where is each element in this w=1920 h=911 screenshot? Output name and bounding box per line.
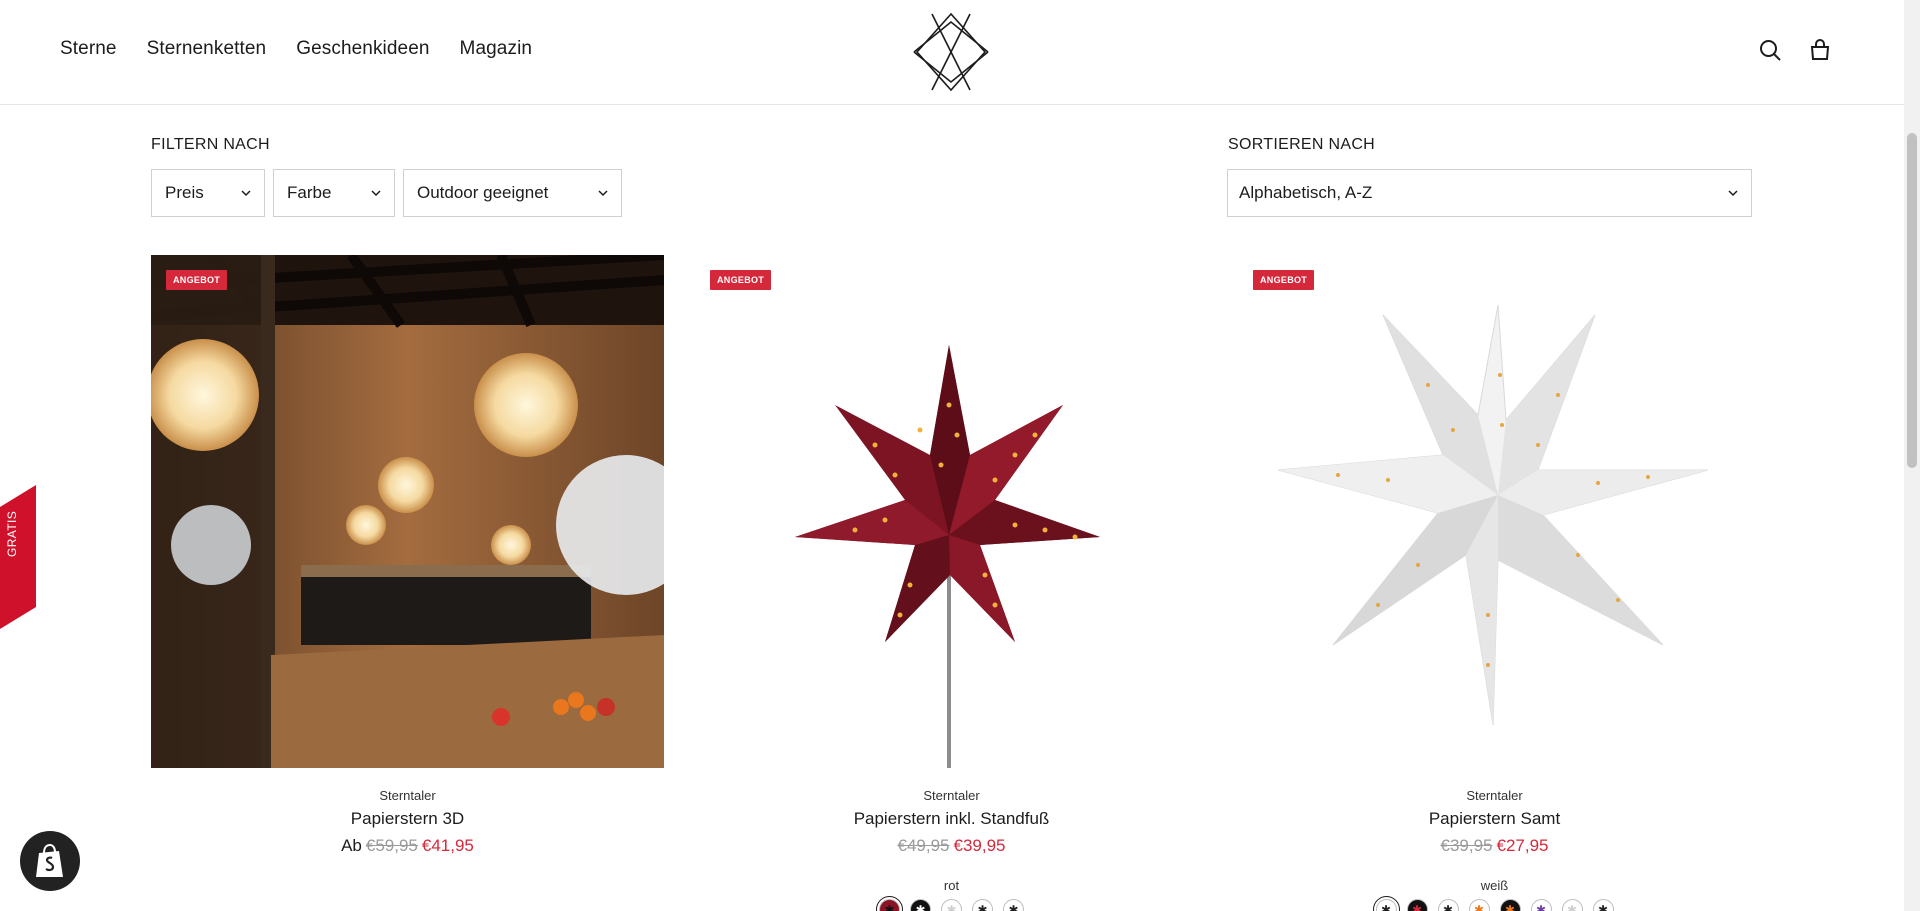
old-price: €59,95 <box>365 836 418 855</box>
product-vendor: Sterntaler <box>379 788 436 803</box>
swatch-outline-star-icon[interactable]: ✱ <box>1003 899 1024 911</box>
filter-heading: FILTERN NACH <box>151 136 270 153</box>
sort-heading: SORTIEREN NACH <box>1228 136 1376 153</box>
swatch-dark-star-icon[interactable]: ✱ <box>972 899 993 911</box>
filter-color-dropdown[interactable]: Farbe <box>273 169 395 217</box>
swatch-dark-orange-icon[interactable]: ✱ <box>1499 899 1521 911</box>
nav-item-sterne[interactable]: Sterne <box>60 38 117 60</box>
product-price: Ab €59,95 €41,95 <box>151 836 664 856</box>
chevron-down-icon <box>1728 190 1738 197</box>
swatch-label: rot <box>943 878 960 893</box>
swatch-dark-star-icon[interactable]: ✱ <box>1592 899 1614 911</box>
filter-color-label: Farbe <box>287 183 332 202</box>
filter-price-dropdown[interactable]: Preis <box>151 169 265 217</box>
product-price: €39,95 €27,95 <box>1238 836 1751 856</box>
chevron-down-icon <box>371 190 381 197</box>
sale-price: €41,95 <box>421 836 474 855</box>
sale-badge: ANGEBOT <box>166 270 228 290</box>
old-price: €39,95 <box>1440 836 1493 855</box>
shopify-bag-icon <box>36 843 63 877</box>
color-swatches: ✱ ✱ ✱ ✱ ✱ ✱ ✱ ✱ <box>1238 896 1751 911</box>
sort-value: Alphabetisch, A-Z <box>1239 183 1373 202</box>
shopify-chat-button[interactable] <box>20 831 80 891</box>
filter-price-label: Preis <box>165 183 204 202</box>
gratis-side-tab[interactable]: GRATIS <box>0 485 36 629</box>
product-vendor: Sterntaler <box>923 788 980 803</box>
product-title[interactable]: Papierstern 3D <box>151 809 664 829</box>
header-icons <box>1758 38 1832 62</box>
swatch-light-icon[interactable]: ✱ <box>1561 899 1583 911</box>
sale-badge: ANGEBOT <box>710 270 772 290</box>
swatch-black-icon[interactable]: ✱ <box>910 899 931 911</box>
price-prefix: Ab <box>341 836 362 855</box>
filter-outdoor-dropdown[interactable]: Outdoor geeignet <box>403 169 622 217</box>
sort-dropdown[interactable]: Alphabetisch, A-Z <box>1227 169 1752 217</box>
swatch-purple-icon[interactable]: ✱ <box>1530 899 1552 911</box>
sale-price: €39,95 <box>953 836 1006 855</box>
chevron-down-icon <box>598 190 608 197</box>
swatch-orange-icon[interactable]: ✱ <box>1468 899 1490 911</box>
nav-item-sternenketten[interactable]: Sternenketten <box>147 38 267 60</box>
chevron-down-icon <box>241 190 251 197</box>
swatch-white-icon[interactable]: ✱ <box>941 899 962 911</box>
gratis-label: GRATIS <box>5 510 19 557</box>
product-price: €49,95 €39,95 <box>695 836 1208 856</box>
swatch-black-icon[interactable]: ✱ <box>1437 899 1459 911</box>
product-card[interactable]: ANGEBOT Sterntaler Papierstern inkl. Sta… <box>695 255 1208 911</box>
product-vendor: Sterntaler <box>1466 788 1523 803</box>
swatch-red-icon[interactable]: ✱ <box>876 896 903 911</box>
site-header: Sterne Sternenketten Geschenkideen Magaz… <box>0 0 1904 105</box>
product-card[interactable]: ANGEBOT Sterntaler Papierstern 3D Ab €59,… <box>151 255 664 856</box>
product-image[interactable]: ANGEBOT <box>695 255 1208 768</box>
logo[interactable] <box>912 12 990 92</box>
product-image[interactable]: ANGEBOT <box>1238 255 1751 768</box>
product-card[interactable]: ANGEBOT Sterntaler Papierstern Samt €39,… <box>1238 255 1751 911</box>
sale-badge: ANGEBOT <box>1253 270 1315 290</box>
scrollbar-thumb[interactable] <box>1907 133 1917 468</box>
color-swatches: ✱ ✱ ✱ ✱ ✱ <box>695 896 1208 911</box>
cart-icon[interactable] <box>1808 38 1832 62</box>
swatch-white-icon[interactable]: ✱ <box>1372 896 1400 911</box>
nav-item-geschenkideen[interactable]: Geschenkideen <box>296 38 429 60</box>
swatch-label: weiß <box>1480 878 1509 893</box>
filter-outdoor-label: Outdoor geeignet <box>417 183 549 202</box>
nav-item-magazin[interactable]: Magazin <box>460 38 533 60</box>
sale-price: €27,95 <box>1496 836 1549 855</box>
search-icon[interactable] <box>1758 38 1782 62</box>
page-scrollbar[interactable] <box>1904 0 1920 911</box>
product-image[interactable]: ANGEBOT <box>151 255 664 768</box>
old-price: €49,95 <box>897 836 950 855</box>
swatch-red-icon[interactable]: ✱ <box>1406 899 1428 911</box>
product-title[interactable]: Papierstern inkl. Standfuß <box>695 809 1208 829</box>
product-title[interactable]: Papierstern Samt <box>1238 809 1751 829</box>
main-nav: Sterne Sternenketten Geschenkideen Magaz… <box>60 38 532 60</box>
